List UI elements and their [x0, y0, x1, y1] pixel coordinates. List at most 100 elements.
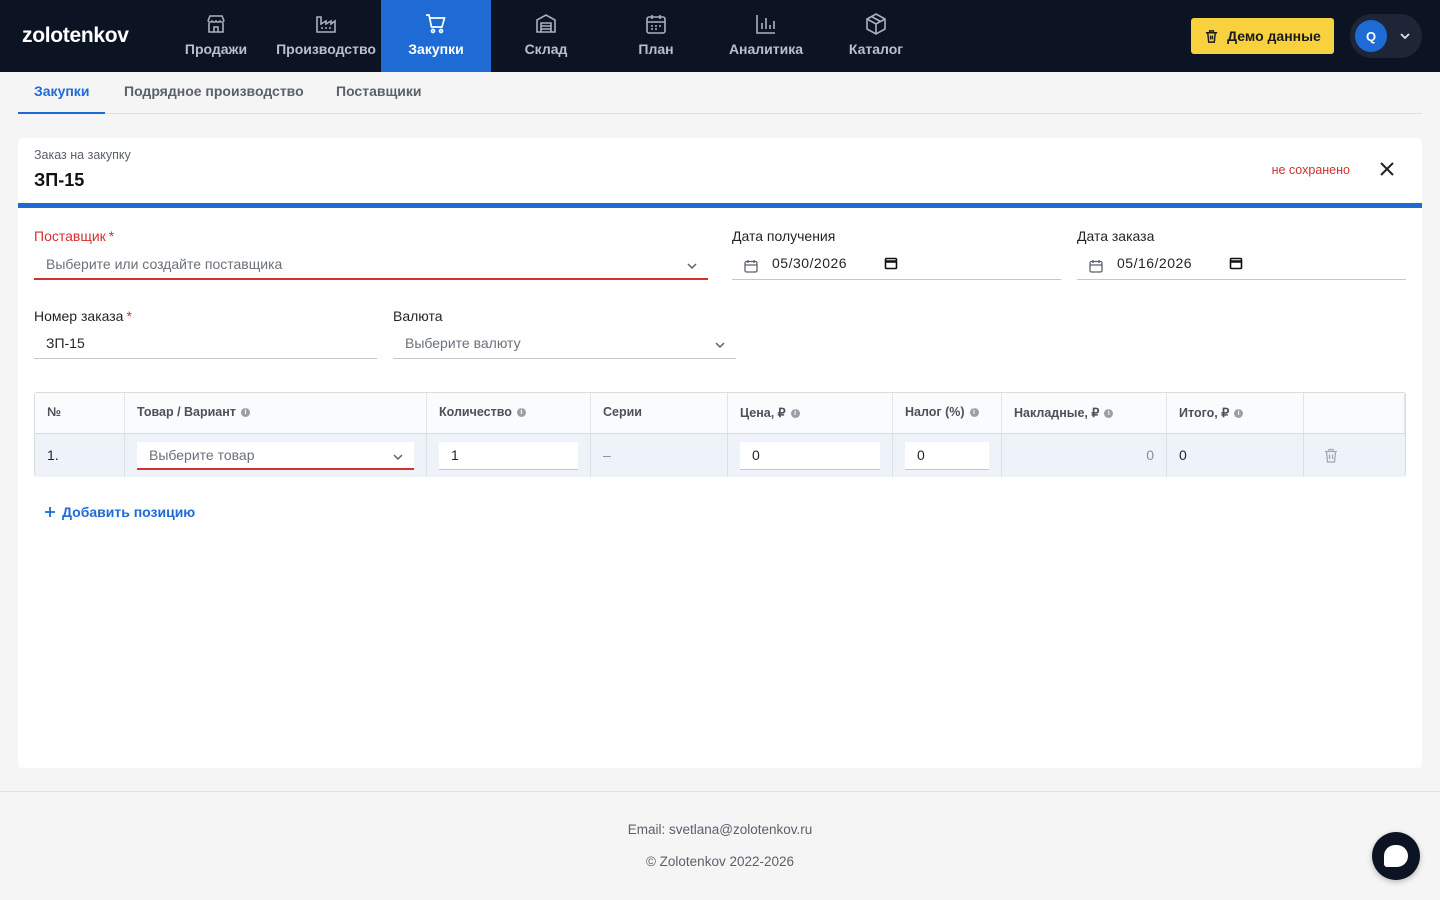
- avatar: Q: [1355, 20, 1387, 52]
- tab-suppliers[interactable]: Поставщики: [320, 72, 438, 114]
- plus-icon: [45, 507, 55, 517]
- header-text: №: [47, 405, 61, 419]
- supplier-placeholder: Выберите или создайте поставщика: [46, 256, 283, 272]
- row-number-cell: 1.: [35, 434, 125, 477]
- nav-item-label: Продажи: [184, 41, 248, 57]
- purchase-order-card: Заказ на закупку ЗП-15 не сохранено Пост…: [18, 138, 1422, 768]
- column-header-price: Цена, ₽ i: [728, 393, 893, 433]
- info-icon[interactable]: i: [790, 409, 800, 418]
- date-picker-icon[interactable]: [1229, 256, 1243, 270]
- header-text: Товар / Вариант: [137, 405, 236, 419]
- order-date-value: 05/16/2026: [1117, 255, 1193, 271]
- currency-placeholder: Выберите валюту: [405, 335, 521, 351]
- total-value: 0: [1179, 447, 1187, 463]
- header-text: Количество: [439, 405, 512, 419]
- info-icon[interactable]: i: [969, 408, 979, 417]
- warehouse-icon: [536, 14, 556, 33]
- receive-date-value: 05/30/2026: [772, 255, 848, 271]
- nav-item-production[interactable]: Производство: [271, 0, 381, 72]
- column-header-series: Серии: [591, 393, 728, 433]
- order-number-input[interactable]: ЗП-15: [34, 327, 377, 359]
- overhead-cell: 0: [1002, 434, 1167, 477]
- nav-item-label: Аналитика: [728, 41, 804, 57]
- header-text: Цена, ₽: [740, 406, 786, 420]
- nav-item-catalog[interactable]: Каталог: [821, 0, 931, 72]
- chat-bubble-icon: [1384, 845, 1408, 867]
- add-position-button[interactable]: Добавить позицию: [44, 504, 195, 520]
- actions-cell: [1304, 434, 1405, 477]
- product-select[interactable]: Выберите товар: [137, 442, 414, 470]
- info-icon[interactable]: i: [1234, 409, 1244, 418]
- row-number: 1.: [47, 447, 59, 463]
- factory-icon: [316, 16, 336, 33]
- supplier-label: Поставщик *: [34, 228, 114, 244]
- currency-select[interactable]: Выберите валюту: [393, 327, 736, 359]
- receive-date-field[interactable]: 05/30/2026: [732, 248, 1061, 280]
- info-icon[interactable]: i: [1104, 409, 1114, 418]
- demo-data-label: Демо данные: [1227, 28, 1321, 44]
- column-header-number: №: [35, 393, 125, 433]
- series-value: –: [603, 447, 611, 463]
- delete-row-icon[interactable]: [1324, 448, 1338, 463]
- top-navbar: zolotenkov Продажи Производство Закупки …: [0, 0, 1440, 72]
- demo-data-button[interactable]: Демо данные: [1191, 18, 1334, 54]
- header-text: Накладные, ₽: [1014, 406, 1100, 420]
- nav-item-purchases[interactable]: Закупки: [381, 0, 491, 72]
- info-icon[interactable]: i: [240, 408, 250, 417]
- sub-tabs: Закупки Подрядное производство Поставщик…: [18, 72, 1422, 114]
- footer-email[interactable]: Email: svetlana@zolotenkov.ru: [0, 822, 1440, 837]
- chevron-down-icon: [1400, 33, 1410, 40]
- nav-item-label: Закупки: [408, 41, 464, 57]
- order-date-label: Дата заказа: [1077, 228, 1155, 244]
- nav-item-sales[interactable]: Продажи: [161, 0, 271, 72]
- store-icon: [207, 15, 225, 33]
- nav-item-label: Склад: [524, 41, 568, 57]
- price-input[interactable]: 0: [740, 442, 880, 470]
- cart-icon: [426, 14, 446, 34]
- user-menu[interactable]: Q: [1350, 14, 1422, 58]
- price-cell: 0: [728, 434, 893, 477]
- chat-widget-button[interactable]: [1372, 832, 1420, 880]
- nav-item-analytics[interactable]: Аналитика: [711, 0, 821, 72]
- quantity-cell: 1: [427, 434, 591, 477]
- calendar-icon: [1089, 260, 1103, 273]
- header-text: Серии: [603, 405, 642, 419]
- tax-cell: 0: [893, 434, 1002, 477]
- save-status: не сохранено: [1271, 163, 1350, 177]
- footer: Email: svetlana@zolotenkov.ru © Zolotenk…: [0, 791, 1440, 900]
- quantity-input[interactable]: 1: [439, 442, 578, 470]
- nav-item-label: Производство: [276, 41, 376, 57]
- series-cell: –: [591, 434, 728, 477]
- nav-item-warehouse[interactable]: Склад: [491, 0, 601, 72]
- column-header-product: Товар / Вариант i: [125, 393, 427, 433]
- price-value: 0: [752, 447, 760, 463]
- nav-item-label: Каталог: [848, 41, 904, 57]
- nav-item-plan[interactable]: План: [601, 0, 711, 72]
- tab-purchases[interactable]: Закупки: [18, 72, 106, 114]
- required-mark: *: [126, 308, 132, 324]
- supplier-label-text: Поставщик: [34, 228, 106, 244]
- tax-value: 0: [917, 447, 925, 463]
- chevron-down-icon: [393, 454, 403, 461]
- date-picker-icon[interactable]: [884, 256, 898, 270]
- calendar-icon: [744, 260, 758, 273]
- total-cell: 0: [1167, 434, 1304, 477]
- order-date-field[interactable]: 05/16/2026: [1077, 248, 1406, 280]
- currency-label: Валюта: [393, 308, 443, 324]
- required-mark: *: [108, 228, 115, 244]
- info-icon[interactable]: i: [516, 408, 526, 417]
- chevron-down-icon: [687, 263, 697, 270]
- order-number-value: ЗП-15: [46, 335, 85, 351]
- product-cell: Выберите товар: [125, 434, 427, 477]
- nav-item-label: План: [638, 41, 674, 57]
- app-logo[interactable]: zolotenkov: [22, 24, 129, 48]
- column-header-overhead: Накладные, ₽ i: [1002, 393, 1167, 433]
- tab-contract-manufacturing[interactable]: Подрядное производство: [108, 72, 320, 114]
- supplier-select[interactable]: Выберите или создайте поставщика: [34, 248, 708, 280]
- order-number-label: Номер заказа *: [34, 308, 132, 324]
- product-placeholder: Выберите товар: [149, 447, 255, 463]
- close-icon[interactable]: [1378, 160, 1396, 178]
- chart-icon: [756, 15, 775, 34]
- page-title: ЗП-15: [34, 170, 85, 190]
- tax-input[interactable]: 0: [905, 442, 989, 470]
